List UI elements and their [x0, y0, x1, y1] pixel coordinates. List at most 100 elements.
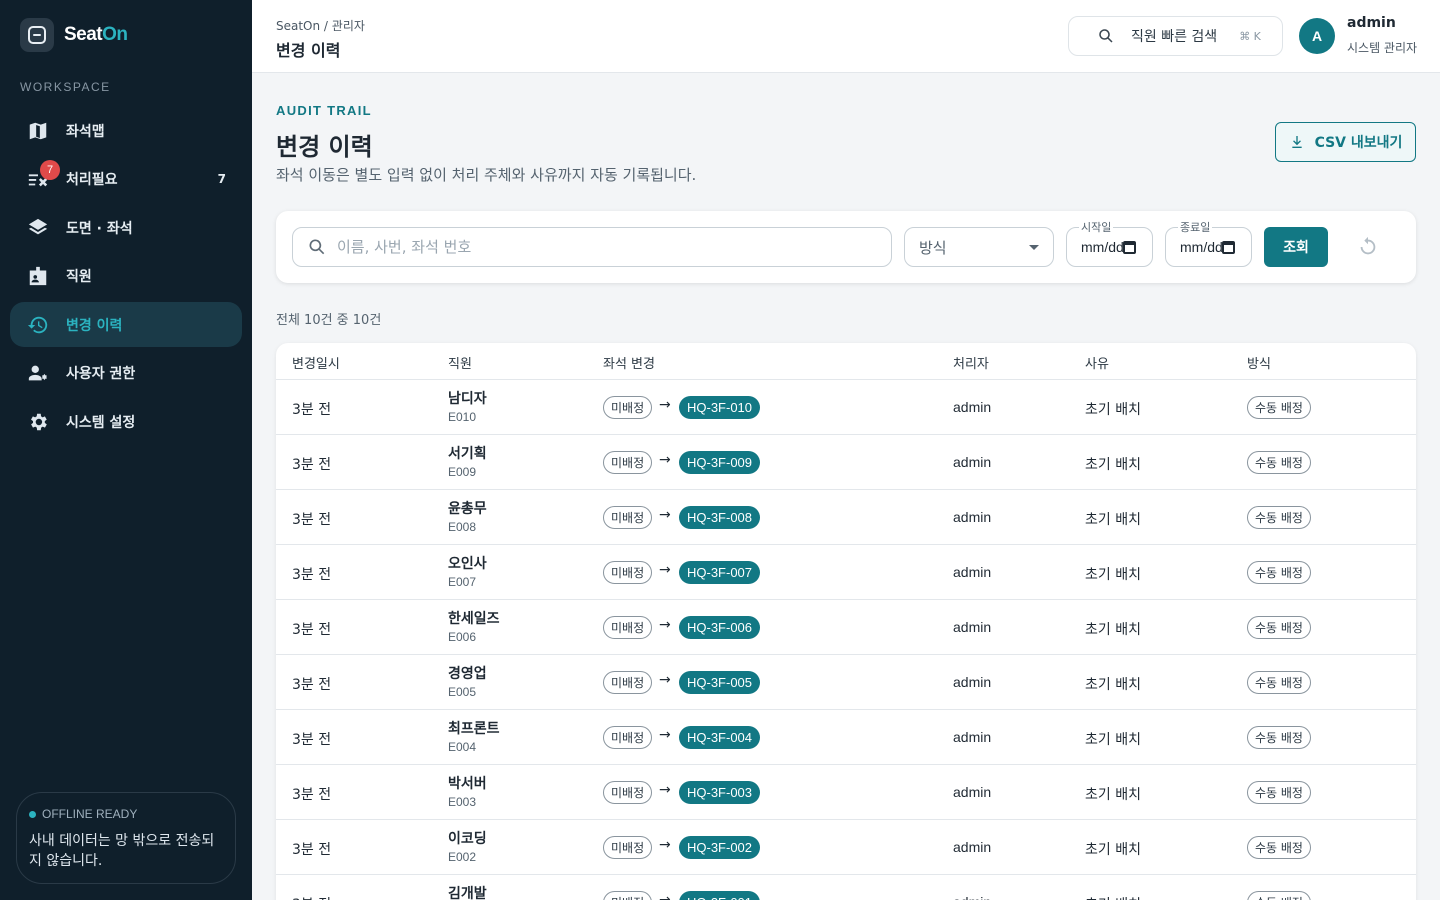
sidebar-item-system-settings[interactable]: 시스템 설정: [10, 399, 242, 444]
table-row[interactable]: 3분 전 최프론트 E004 미배정 → HQ-3F-004 admin 초기 배치 수동 배정: [276, 710, 1416, 765]
arrow-right-icon: →: [659, 727, 671, 743]
search-input[interactable]: [337, 238, 857, 256]
header-title: 변경 이력: [276, 41, 341, 60]
reset-filters-button[interactable]: [1356, 235, 1380, 259]
refresh-icon: [1360, 236, 1376, 255]
employee-id: E003: [448, 795, 477, 809]
table-row[interactable]: 3분 전 경영업 E005 미배정 → HQ-3F-005 admin 초기 배치 수동 배정: [276, 655, 1416, 710]
new-seat-badge: HQ-3F-001: [679, 891, 761, 900]
avatar[interactable]: A: [1299, 18, 1335, 54]
search-submit-button[interactable]: 조회: [1264, 227, 1328, 267]
employee-name[interactable]: 남디자: [448, 388, 487, 408]
arrow-right-icon: →: [659, 452, 671, 468]
offline-description: 사내 데이터는 망 밖으로 전송되지 않습니다.: [29, 833, 215, 869]
table-row[interactable]: 3분 전 한세일즈 E006 미배정 → HQ-3F-006 admin 초기 배치 수동 배정: [276, 600, 1416, 655]
start-date-field[interactable]: 시작일 mm/dd/yyyy: [1066, 219, 1153, 267]
previous-seat-badge: 미배정: [603, 836, 653, 859]
pending-count-badge: 7: [40, 160, 60, 180]
change-time: 3분 전: [292, 402, 332, 418]
change-time: 3분 전: [292, 457, 332, 473]
arrow-right-icon: →: [659, 782, 671, 798]
sidebar-item-count: 7: [217, 172, 226, 186]
status-dot-icon: [29, 810, 36, 818]
employee-name[interactable]: 윤총무: [448, 498, 487, 518]
new-seat-badge: HQ-3F-009: [679, 451, 761, 474]
method-select-value: 방식: [919, 238, 947, 257]
previous-seat-badge: 미배정: [603, 671, 653, 694]
previous-seat-badge: 미배정: [603, 781, 653, 804]
new-seat-badge: HQ-3F-007: [679, 561, 761, 584]
employee-id: E004: [448, 740, 477, 754]
method-badge: 수동 배정: [1247, 506, 1311, 529]
calendar-icon[interactable]: [1222, 241, 1235, 254]
sidebar-item-user-permissions[interactable]: 사용자 권한: [10, 351, 242, 396]
previous-seat-badge: 미배정: [603, 726, 653, 749]
operator: admin: [953, 399, 992, 415]
table-row[interactable]: 3분 전 남디자 E010 미배정 → HQ-3F-010 admin 초기 배치 수동 배정: [276, 380, 1416, 435]
operator: admin: [953, 839, 992, 855]
method-badge: 수동 배정: [1247, 891, 1311, 900]
app-logo[interactable]: SeatOn: [20, 18, 128, 52]
quick-search-button[interactable]: 직원 빠른 검색 ⌘ K: [1068, 16, 1283, 56]
previous-seat-badge: 미배정: [603, 506, 653, 529]
filter-bar: 방식 시작일 mm/dd/yyyy 종료일 mm/dd/yyyy 조회: [276, 211, 1416, 283]
operator: admin: [953, 784, 992, 800]
sidebar-item-seat-map[interactable]: 좌석맵: [10, 108, 242, 153]
csv-export-label: CSV 내보내기: [1314, 135, 1403, 151]
previous-seat-badge: 미배정: [603, 451, 653, 474]
table-row[interactable]: 3분 전 윤총무 E008 미배정 → HQ-3F-008 admin 초기 배치 수동 배정: [276, 490, 1416, 545]
sidebar-item-change-history[interactable]: 변경 이력: [10, 302, 242, 347]
employee-badge-icon: [26, 264, 50, 288]
search-field[interactable]: [292, 227, 892, 267]
table-row[interactable]: 3분 전 박서버 E003 미배정 → HQ-3F-003 admin 초기 배치 수동 배정: [276, 765, 1416, 820]
method-badge: 수동 배정: [1247, 781, 1311, 804]
reason: 초기 배치: [1085, 457, 1141, 473]
method-badge: 수동 배정: [1247, 671, 1311, 694]
employee-name[interactable]: 김개발: [448, 883, 487, 900]
sidebar: SeatOn WORKSPACE 좌석맵 7 처리필요 7 도면 · 좌석 직원…: [0, 0, 252, 900]
end-date-field[interactable]: 종료일 mm/dd/yyyy: [1165, 219, 1252, 267]
method-badge: 수동 배정: [1247, 616, 1311, 639]
table-row[interactable]: 3분 전 이코딩 E002 미배정 → HQ-3F-002 admin 초기 배치 수동 배정: [276, 820, 1416, 875]
end-date-value: mm/dd/yyyy: [1180, 239, 1224, 255]
end-date-label: 종료일: [1178, 219, 1213, 235]
table-row[interactable]: 3분 전 오인사 E007 미배정 → HQ-3F-007 admin 초기 배치 수동 배정: [276, 545, 1416, 600]
employee-name[interactable]: 오인사: [448, 553, 487, 573]
sidebar-item-label: 좌석맵: [66, 123, 105, 140]
chevron-down-icon: [1029, 245, 1039, 250]
workspace-section-label: WORKSPACE: [20, 80, 111, 94]
employee-name[interactable]: 경영업: [448, 663, 487, 683]
column-header-operator: 처리자: [953, 357, 989, 372]
new-seat-badge: HQ-3F-003: [679, 781, 761, 804]
method-badge: 수동 배정: [1247, 836, 1311, 859]
offline-status: OFFLINE READY: [29, 807, 223, 821]
method-select[interactable]: 방식: [904, 227, 1054, 267]
download-icon: [1291, 136, 1302, 148]
page-eyebrow: AUDIT TRAIL: [276, 103, 372, 118]
table-row[interactable]: 3분 전 서기획 E009 미배정 → HQ-3F-009 admin 초기 배치 수동 배정: [276, 435, 1416, 490]
operator: admin: [953, 729, 992, 745]
arrow-right-icon: →: [659, 397, 671, 413]
breadcrumb: SeatOn / 관리자: [276, 19, 365, 33]
csv-export-button[interactable]: CSV 내보내기: [1275, 122, 1416, 162]
table-row[interactable]: 3분 전김개발E001미배정→HQ-3F-001admin초기 배치수동 배정: [276, 875, 1416, 900]
column-header-seat-change: 좌석 변경: [603, 357, 655, 372]
calendar-icon[interactable]: [1123, 241, 1136, 254]
user-name: admin: [1347, 15, 1396, 31]
previous-seat-badge: 미배정: [603, 396, 653, 419]
change-time: 3분 전: [292, 567, 332, 583]
employee-name[interactable]: 최프론트: [448, 718, 500, 738]
sidebar-item-employees[interactable]: 직원: [10, 254, 242, 299]
reason: 초기 배치: [1085, 512, 1141, 528]
change-time: 3분 전: [292, 787, 332, 803]
method-badge: 수동 배정: [1247, 561, 1311, 584]
employee-name[interactable]: 박서버: [448, 773, 487, 793]
method-badge: 수동 배정: [1247, 726, 1311, 749]
sidebar-item-pending[interactable]: 7 처리필요 7: [10, 157, 242, 202]
employee-name[interactable]: 한세일즈: [448, 608, 500, 628]
employee-name[interactable]: 서기획: [448, 443, 487, 463]
employee-name[interactable]: 이코딩: [448, 828, 487, 848]
sidebar-item-floorplan-seats[interactable]: 도면 · 좌석: [10, 205, 242, 250]
operator: admin: [953, 619, 992, 635]
arrow-right-icon: →: [659, 672, 671, 688]
